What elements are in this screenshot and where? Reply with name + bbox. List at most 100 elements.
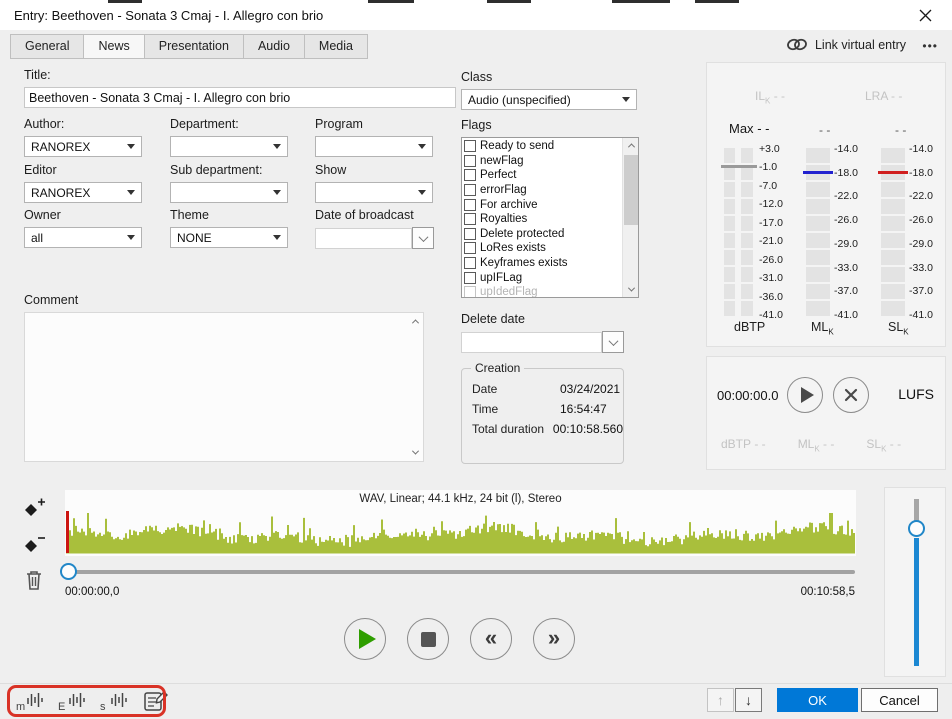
volume-slider-handle[interactable] — [908, 520, 925, 537]
sub-department-label: Sub department: — [170, 163, 288, 177]
ml-target-line — [803, 171, 833, 174]
flag-label: Delete protected — [480, 228, 564, 240]
dbtp-meter-bar-left — [724, 148, 735, 316]
owner-value: all — [31, 231, 127, 245]
flag-item[interactable]: upIFLag — [462, 270, 638, 285]
scale-tick-label: +3.0 — [759, 143, 780, 155]
owner-combo[interactable]: all — [24, 227, 142, 248]
comment-label: Comment — [24, 293, 424, 307]
department-combo[interactable] — [170, 136, 288, 157]
waveform-display[interactable]: WAV, Linear; 44.1 kHz, 24 bit (l), Stere… — [65, 490, 856, 556]
scrollbar-thumb[interactable] — [624, 155, 638, 225]
author-label: Author: — [24, 117, 142, 131]
max-loudness-button[interactable]: m — [16, 689, 43, 713]
chevron-down-icon — [127, 190, 135, 195]
chevron-down-icon — [127, 235, 135, 240]
move-up-button[interactable]: ↑ — [707, 688, 734, 712]
flag-label: LoRes exists — [480, 242, 546, 254]
flag-item[interactable]: Delete protected — [462, 227, 638, 242]
seek-bar[interactable] — [65, 570, 855, 574]
creation-row: Date 03/24/2021 — [462, 379, 623, 399]
tab-label: News — [98, 39, 129, 53]
sub-department-combo[interactable] — [170, 182, 288, 203]
flag-label: newFlag — [480, 155, 523, 167]
tab[interactable]: News — [83, 34, 144, 59]
ok-button[interactable]: OK — [777, 688, 858, 712]
creation-row-label: Date — [472, 382, 560, 396]
e-loudness-button[interactable]: E — [58, 689, 85, 713]
scroll-down-button[interactable] — [623, 282, 639, 297]
s-loudness-button[interactable]: s — [100, 689, 127, 713]
theme-combo[interactable]: NONE — [170, 227, 288, 248]
more-options-button[interactable]: ••• — [918, 33, 942, 59]
scale-tick-label: -31.0 — [759, 272, 783, 284]
program-combo[interactable] — [315, 136, 433, 157]
flag-item[interactable]: Perfect — [462, 168, 638, 183]
stop-button[interactable] — [407, 618, 449, 660]
tab[interactable]: General — [10, 34, 84, 59]
rewind-button[interactable]: « — [470, 618, 512, 660]
duration-time: 00:10:58,5 — [655, 586, 855, 598]
flag-item[interactable]: Royalties — [462, 212, 638, 227]
close-button[interactable] — [906, 2, 944, 28]
tab[interactable]: Presentation — [144, 34, 244, 59]
transport-controls: « » — [344, 618, 575, 660]
flag-label: upIFLag — [480, 272, 522, 284]
move-down-button[interactable]: ↓ — [735, 688, 762, 712]
author-combo[interactable]: RANOREX — [24, 136, 142, 157]
lufs-time: 00:00:00.0 — [717, 388, 778, 403]
delete-date-dropdown-button[interactable] — [602, 331, 624, 353]
flag-item[interactable]: Ready to send — [462, 139, 638, 154]
add-marker-button[interactable] — [22, 497, 46, 519]
class-combo[interactable]: Audio (unspecified) — [461, 89, 637, 110]
delete-markers-button[interactable] — [22, 569, 46, 591]
edit-log-button[interactable] — [142, 689, 169, 713]
flags-scrollbar[interactable] — [622, 138, 638, 297]
remove-marker-button[interactable] — [22, 533, 46, 555]
creation-row-label: Total duration — [472, 422, 553, 436]
flag-item[interactable]: LoRes exists — [462, 241, 638, 256]
date-of-broadcast-input[interactable] — [315, 228, 412, 249]
scale-tick-label: -41.0 — [909, 309, 933, 321]
lufs-play-button[interactable] — [787, 377, 823, 413]
title-input[interactable] — [24, 87, 456, 108]
forward-button[interactable]: » — [533, 618, 575, 660]
checkbox-icon — [464, 242, 476, 254]
creation-row-value: 03/24/2021 — [560, 382, 620, 396]
flag-item[interactable]: Keyframes exists — [462, 256, 638, 271]
diamond-plus-icon — [22, 497, 46, 519]
ml-meter-name: MLK — [811, 320, 834, 337]
volume-track[interactable] — [914, 538, 919, 666]
link-virtual-entry-button[interactable]: Link virtual entry — [786, 37, 906, 52]
tab[interactable]: Audio — [243, 34, 305, 59]
forward-icon: » — [548, 627, 560, 652]
scroll-down-icon[interactable] — [412, 448, 419, 455]
play-button[interactable] — [344, 618, 386, 660]
sl-target-line — [878, 171, 908, 174]
theme-label: Theme — [170, 208, 288, 222]
tab[interactable]: Media — [304, 34, 368, 59]
lufs-cancel-button[interactable] — [833, 377, 869, 413]
delete-date-input[interactable] — [461, 332, 602, 353]
flag-item[interactable]: For archive — [462, 197, 638, 212]
loudness-tool-buttons: m E — [16, 689, 169, 713]
flag-item[interactable]: errorFlag — [462, 183, 638, 198]
scale-tick-label: -22.0 — [909, 190, 933, 202]
cancel-button[interactable]: Cancel — [861, 688, 938, 712]
show-combo[interactable] — [315, 182, 433, 203]
class-field-group: Class Audio (unspecified) — [461, 70, 637, 110]
flags-field-group: Flags Ready to send newFlag Per — [461, 118, 639, 298]
trash-icon — [24, 569, 44, 591]
editor-combo[interactable]: RANOREX — [24, 182, 142, 203]
seek-handle[interactable] — [60, 563, 77, 580]
playhead-marker — [66, 511, 69, 553]
date-of-broadcast-dropdown-button[interactable] — [412, 227, 434, 249]
scroll-up-button[interactable] — [623, 138, 639, 153]
edit-note-icon — [143, 689, 169, 713]
flag-item[interactable]: newFlag — [462, 154, 638, 169]
comment-textarea[interactable] — [24, 312, 424, 462]
scroll-up-icon[interactable] — [412, 319, 419, 326]
checkbox-icon — [464, 272, 476, 284]
scale-tick-label: -21.0 — [759, 235, 783, 247]
flag-item[interactable]: upIdedFlag — [462, 285, 638, 298]
